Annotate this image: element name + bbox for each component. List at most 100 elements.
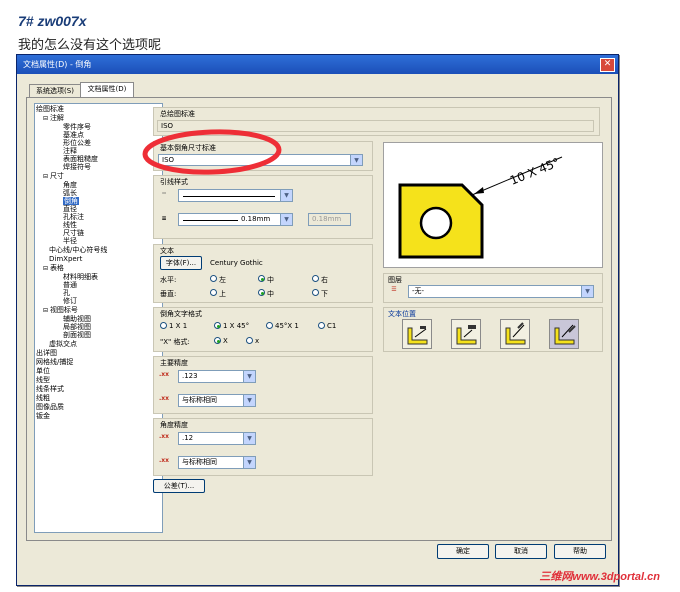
tree-item[interactable]: 网格线/捕捉	[36, 358, 73, 366]
primary-precision-select[interactable]: .123 ▼	[178, 370, 256, 383]
tree-item[interactable]: 零件序号	[63, 123, 91, 131]
document-properties-dialog: 文档属性(D) - 倒角 ✕ 系统选项(S) 文档属性(D) 绘图标准 ⊟ 注解…	[16, 54, 619, 586]
close-icon[interactable]: ✕	[600, 58, 615, 72]
dialog-titlebar: 文档属性(D) - 倒角 ✕	[17, 55, 618, 74]
tree-item[interactable]: 线条样式	[36, 385, 64, 393]
tree-item[interactable]: ⊟ 视图标号	[43, 306, 78, 315]
tree-item[interactable]: 材料明细表	[63, 273, 98, 281]
help-button[interactable]: 帮助	[554, 544, 606, 559]
v-middle-label: 中	[267, 290, 274, 298]
h-left-radio[interactable]	[210, 275, 217, 282]
cancel-button[interactable]: 取消	[495, 544, 547, 559]
tab-document-properties[interactable]: 文档属性(D)	[80, 82, 134, 98]
format-1x1-radio[interactable]	[160, 322, 167, 329]
tree-item[interactable]: 普通	[63, 281, 77, 289]
tree-item[interactable]: ⊟ 表格	[43, 264, 64, 273]
line-sample	[183, 196, 275, 197]
format-45x1-radio[interactable]	[266, 322, 273, 329]
tree-item[interactable]: 修订	[63, 297, 77, 305]
h-right-radio[interactable]	[312, 275, 319, 282]
tree-item[interactable]: 注释	[63, 147, 77, 155]
h-right-label: 右	[321, 276, 328, 284]
overall-standard-title: 总绘图标准	[160, 110, 195, 118]
tree-item[interactable]: 辅助视图	[63, 315, 91, 323]
text-pos-icon-3	[505, 322, 526, 345]
post-number: 7#	[18, 13, 34, 29]
format-c1-radio[interactable]	[318, 322, 325, 329]
tree-item[interactable]: 孔标注	[63, 213, 84, 221]
post-header: 7# zw007x	[18, 13, 87, 29]
x-lower-radio[interactable]	[246, 337, 253, 344]
custom-weight-field[interactable]: 0.18mm	[308, 213, 351, 226]
chevron-down-icon: ▼	[243, 433, 255, 444]
tree-item[interactable]: 孔	[63, 289, 70, 297]
tree-item[interactable]: 绘图标准	[36, 105, 64, 113]
angle-tolerance-value: 与标称相同	[182, 458, 217, 466]
h-left-label: 左	[219, 276, 226, 284]
tree-item[interactable]: ⊟ 注解	[43, 114, 64, 123]
tree-item[interactable]: 弧长	[63, 189, 77, 197]
tree-item[interactable]: 局部视图	[63, 323, 91, 331]
tree-item[interactable]: 线粗	[36, 394, 50, 402]
text-position-aligned-button[interactable]	[500, 319, 530, 349]
tree-item[interactable]: 单位	[36, 367, 50, 375]
leader-style-title: 引线样式	[160, 178, 188, 186]
line-style-icon: ┅	[162, 190, 166, 197]
angle-precision-value: .12	[182, 434, 194, 442]
line-style-select[interactable]: ▼	[178, 189, 293, 202]
layer-value: -无-	[412, 287, 425, 295]
tree-item[interactable]: DimXpert	[49, 255, 82, 263]
precision-icon: .xx	[158, 371, 170, 378]
tolerance-button[interactable]: 公差(T)...	[153, 479, 205, 493]
tree-item[interactable]: 尺寸链	[63, 229, 84, 237]
primary-precision-value: .123	[182, 372, 198, 380]
v-top-radio[interactable]	[210, 289, 217, 296]
text-position-horizontal-button[interactable]	[402, 319, 432, 349]
tree-item[interactable]: 出详图	[36, 349, 57, 357]
text-position-parallel-button[interactable]	[549, 319, 579, 349]
tree-item[interactable]: 基准点	[63, 131, 84, 139]
x-upper-radio[interactable]	[214, 337, 221, 344]
chevron-down-icon: ▼	[581, 286, 593, 297]
layer-group: 图层 ☰ -无- ▼	[383, 273, 603, 303]
tree-item[interactable]: 角度	[63, 181, 77, 189]
tree-item[interactable]: 线性	[63, 221, 77, 229]
tree-item[interactable]: 剖面视图	[63, 331, 91, 339]
angle-tolerance-select[interactable]: 与标称相同 ▼	[178, 456, 256, 469]
dialog-title: 文档属性(D) - 倒角	[23, 60, 92, 69]
preview-dimension-text: 10 X 45°	[508, 155, 562, 188]
tree-item[interactable]: 直径	[63, 205, 77, 213]
primary-tolerance-select[interactable]: 与标称相同 ▼	[178, 394, 256, 407]
tab-system-options[interactable]: 系统选项(S)	[29, 84, 81, 98]
tree-item[interactable]: 半径	[63, 237, 77, 245]
angle-precision-select[interactable]: .12 ▼	[178, 432, 256, 445]
tree-item[interactable]: ⊟ 尺寸	[43, 172, 64, 181]
line-weight-value: 0.18mm	[241, 215, 271, 223]
layer-select[interactable]: -无- ▼	[408, 285, 594, 298]
tree-item[interactable]: 表面粗糙度	[63, 155, 98, 163]
line-weight-select[interactable]: 0.18mm ▼	[178, 213, 293, 226]
primary-precision-title: 主要精度	[160, 359, 188, 367]
v-bottom-radio[interactable]	[312, 289, 319, 296]
chevron-down-icon: ▼	[243, 457, 255, 468]
text-group-title: 文本	[160, 247, 174, 255]
x-format-label: "X" 格式:	[160, 338, 190, 346]
post-author[interactable]: zw007x	[37, 13, 86, 29]
primary-tolerance-value: 与标称相同	[182, 396, 217, 404]
tree-item[interactable]: 线型	[36, 376, 50, 384]
text-position-above-button[interactable]	[451, 319, 481, 349]
ok-button[interactable]: 确定	[437, 544, 489, 559]
tree-item[interactable]: 焊接符号	[63, 163, 91, 171]
tree-item-selected[interactable]: 倒角	[63, 197, 79, 205]
v-middle-radio[interactable]	[258, 289, 265, 296]
preview-panel: 10 X 45°	[383, 142, 603, 268]
tree-item[interactable]: 图像品质	[36, 403, 64, 411]
tree-item[interactable]: 钣金	[36, 412, 50, 420]
tree-item[interactable]: 虚拟交点	[49, 340, 77, 348]
format-1x45-radio[interactable]	[214, 322, 221, 329]
h-center-radio[interactable]	[258, 275, 265, 282]
tree-item[interactable]: 中心线/中心符号线	[49, 246, 107, 254]
chevron-down-icon: ▼	[350, 155, 362, 165]
font-button[interactable]: 字体(F)...	[160, 256, 202, 270]
tree-item[interactable]: 形位公差	[63, 139, 91, 147]
